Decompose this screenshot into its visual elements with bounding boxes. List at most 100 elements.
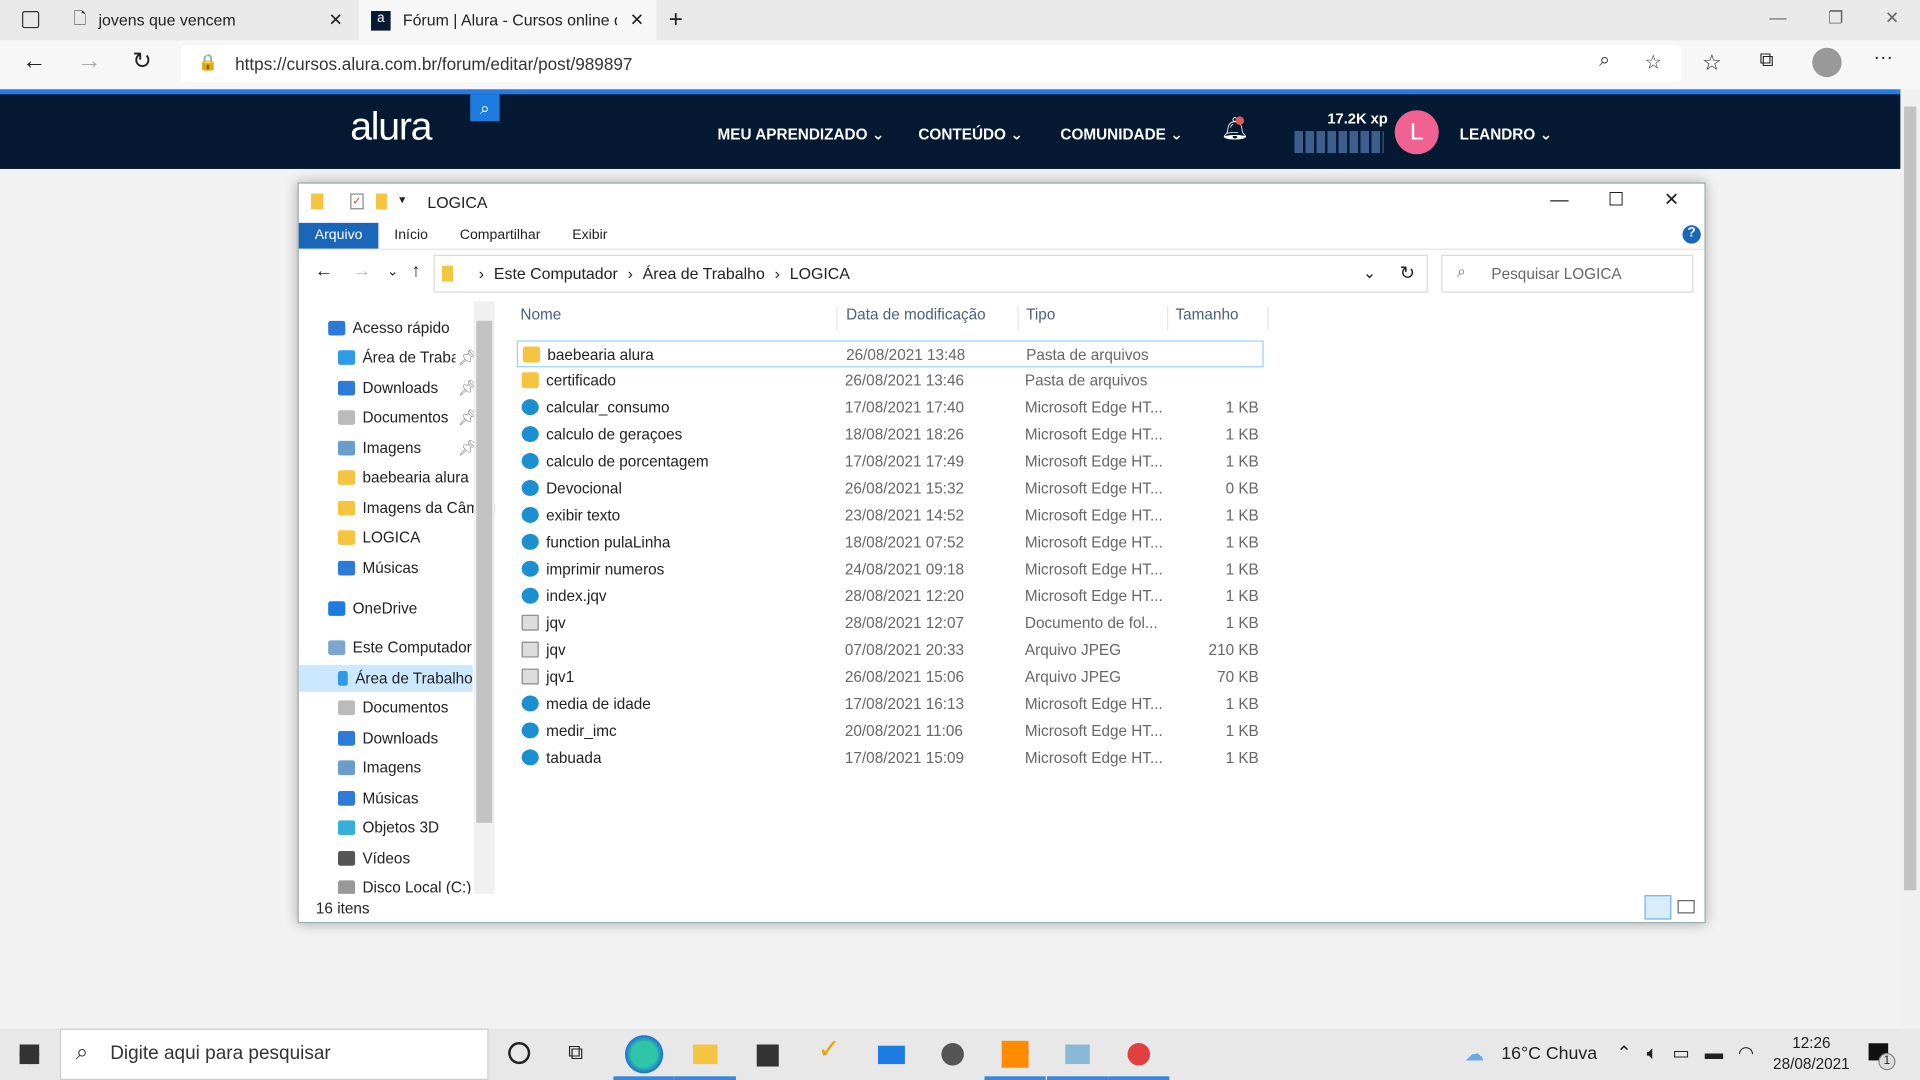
menu-meu-aprendizado[interactable]: MEU APRENDIZADO ⌄: [718, 125, 885, 143]
help-icon[interactable]: ?: [1682, 225, 1701, 244]
file-row[interactable]: index.jqv 28/08/2021 12:20 Microsoft Edg…: [517, 583, 1264, 610]
file-row[interactable]: certificado 26/08/2021 13:46 Pasta de ar…: [517, 367, 1264, 394]
file-row[interactable]: imprimir numeros 24/08/2021 09:18 Micros…: [517, 556, 1264, 583]
store-taskbar-icon[interactable]: [744, 1033, 792, 1076]
file-explorer-taskbar-icon[interactable]: [674, 1033, 736, 1080]
notifications-icon[interactable]: 1: [1868, 1043, 1896, 1071]
up-icon[interactable]: ↑: [411, 261, 420, 282]
clock[interactable]: 12:26 28/08/2021: [1773, 1035, 1850, 1073]
sublime-taskbar-icon[interactable]: [984, 1033, 1046, 1080]
sidebar-item[interactable]: Músicas: [299, 785, 419, 812]
close-icon[interactable]: ✕: [630, 10, 644, 31]
sidebar-item[interactable]: Área de Trabalho 📌︎: [299, 344, 480, 371]
window-controls[interactable]: — ☐ ✕: [1550, 189, 1679, 211]
tab-forum[interactable]: a Fórum | Alura - Cursos online de ✕: [358, 0, 657, 41]
path-dropdown-icon[interactable]: ⌄: [1363, 263, 1376, 283]
sidebar-item[interactable]: Documentos: [299, 694, 448, 721]
app-taskbar-icon[interactable]: [1108, 1033, 1170, 1080]
sidebar-item[interactable]: LOGICA: [299, 524, 420, 551]
sidebar-item[interactable]: Disco Local (C:): [299, 874, 471, 894]
sidebar-item[interactable]: OneDrive: [299, 595, 417, 622]
large-icons-view-icon[interactable]: [1677, 900, 1695, 914]
sidebar-item[interactable]: Imagens: [299, 754, 421, 781]
alura-logo[interactable]: alura: [350, 104, 432, 149]
search-input[interactable]: ⌕ Pesquisar LOGICA: [1441, 254, 1694, 293]
file-row[interactable]: baebearia alura 26/08/2021 13:48 Pasta d…: [516, 340, 1264, 368]
path-segment[interactable]: Este Computador: [494, 264, 618, 282]
file-row[interactable]: medir_imc 20/08/2021 11:06 Microsoft Edg…: [517, 718, 1264, 745]
column-type[interactable]: Tipo: [1019, 306, 1169, 331]
file-row[interactable]: function pulaLinha 18/08/2021 07:52 Micr…: [517, 529, 1264, 556]
file-row[interactable]: jqv1 26/08/2021 15:06 Arquivo JPEG 70 KB: [517, 664, 1264, 691]
app-taskbar-icon[interactable]: [929, 1033, 976, 1076]
refresh-icon[interactable]: ↻: [1400, 262, 1415, 284]
edge-taskbar-icon[interactable]: [613, 1033, 675, 1080]
file-row[interactable]: tabuada 17/08/2021 15:09 Microsoft Edge …: [517, 744, 1264, 771]
file-row[interactable]: calcular_consumo 17/08/2021 17:40 Micros…: [517, 394, 1264, 421]
favorite-add-icon[interactable]: ☆: [1644, 50, 1662, 74]
path-segment[interactable]: LOGICA: [790, 264, 850, 282]
back-icon[interactable]: ←: [22, 48, 46, 76]
taskbar-search-input[interactable]: ⌕ Digite aqui para pesquisar: [60, 1028, 489, 1080]
sidebar-item[interactable]: Músicas: [299, 555, 419, 582]
new-folder-icon[interactable]: [375, 193, 387, 210]
nav-scrollbar[interactable]: [473, 301, 495, 894]
file-row[interactable]: calculo de porcentagem 17/08/2021 17:49 …: [517, 448, 1264, 475]
zoom-icon[interactable]: ⌕: [1599, 50, 1610, 72]
refresh-icon[interactable]: ↻: [132, 48, 151, 76]
menu-comunidade[interactable]: COMUNIDADE ⌄: [1060, 125, 1183, 143]
windows-start-icon[interactable]: [19, 1044, 40, 1065]
ribbon-tab-exibir[interactable]: Exibir: [556, 223, 623, 249]
file-row[interactable]: jqv 07/08/2021 20:33 Arquivo JPEG 210 KB: [517, 637, 1264, 664]
sidebar-item[interactable]: Este Computador: [299, 634, 472, 661]
sidebar-item[interactable]: baebearia alura: [299, 464, 469, 491]
weather-text[interactable]: 16°C Chuva: [1501, 1044, 1597, 1064]
ribbon-tab-inicio[interactable]: Início: [378, 223, 444, 249]
window-controls[interactable]: — ❐ ✕: [1769, 7, 1899, 28]
forward-icon[interactable]: →: [353, 261, 371, 282]
bell-icon[interactable]: 🔔︎: [1221, 116, 1249, 142]
task-view-icon[interactable]: ⧉: [568, 1041, 583, 1065]
file-row[interactable]: exibir texto 23/08/2021 14:52 Microsoft …: [517, 502, 1264, 529]
file-row[interactable]: jqv 28/08/2021 12:07 Documento de fol...…: [517, 610, 1264, 637]
app-taskbar-icon[interactable]: [1046, 1033, 1109, 1080]
page-scrollbar[interactable]: [1900, 89, 1920, 1027]
search-icon[interactable]: ⌕: [470, 94, 500, 122]
forward-icon[interactable]: →: [77, 48, 101, 76]
sidebar-item[interactable]: Objetos 3D: [299, 814, 439, 841]
cortana-icon[interactable]: [508, 1042, 531, 1065]
file-row[interactable]: media de idade 17/08/2021 16:13 Microsof…: [517, 691, 1264, 718]
sidebar-item[interactable]: Área de Trabalho: [298, 664, 473, 692]
tab-actions-icon[interactable]: [22, 11, 40, 29]
column-size[interactable]: Tamanho: [1168, 306, 1269, 331]
column-name[interactable]: Nome: [513, 306, 838, 331]
sidebar-item[interactable]: Downloads: [299, 725, 438, 752]
properties-icon[interactable]: ✓: [350, 193, 364, 210]
file-row[interactable]: Devocional 26/08/2021 15:32 Microsoft Ed…: [517, 475, 1264, 502]
favorites-icon[interactable]: ☆: [1702, 50, 1722, 76]
menu-conteudo[interactable]: CONTEÚDO ⌄: [918, 125, 1023, 143]
more-icon[interactable]: ···: [1873, 48, 1893, 70]
path-segment[interactable]: Área de Trabalho: [643, 264, 765, 282]
quick-access-dropdown-icon[interactable]: ▾: [399, 193, 405, 206]
tab-jovens[interactable]: 🗋 jovens que vencem ✕: [61, 0, 355, 40]
back-icon[interactable]: ←: [315, 261, 333, 282]
collections-icon[interactable]: ⧉: [1760, 50, 1774, 72]
avatar[interactable]: L: [1394, 110, 1439, 155]
file-row[interactable]: calculo de geraçoes 18/08/2021 18:26 Mic…: [517, 421, 1264, 448]
ribbon-tab-compartilhar[interactable]: Compartilhar: [444, 223, 556, 249]
details-view-icon[interactable]: [1644, 895, 1672, 920]
user-menu[interactable]: LEANDRO ⌄: [1460, 125, 1553, 143]
sidebar-item[interactable]: Acesso rápido: [299, 315, 450, 342]
tray-icons[interactable]: ⌃ 🔈︎ ▭ ▬ ◠: [1616, 1042, 1754, 1064]
todo-taskbar-icon[interactable]: ✓: [806, 1033, 853, 1075]
column-date[interactable]: Data de modificação: [839, 306, 1019, 331]
sidebar-item[interactable]: Vídeos: [299, 845, 410, 872]
address-path[interactable]: › Este Computador › Área de Trabalho › LOGI…: [433, 254, 1428, 293]
sidebar-item[interactable]: Downloads 📌︎: [299, 375, 478, 402]
sidebar-item[interactable]: Documentos 📌︎: [299, 404, 478, 431]
mail-taskbar-icon[interactable]: [868, 1033, 915, 1076]
url-input[interactable]: https://cursos.alura.com.br/forum/editar…: [181, 45, 1682, 83]
profile-icon[interactable]: [1812, 47, 1842, 78]
new-tab-button[interactable]: +: [669, 6, 683, 34]
